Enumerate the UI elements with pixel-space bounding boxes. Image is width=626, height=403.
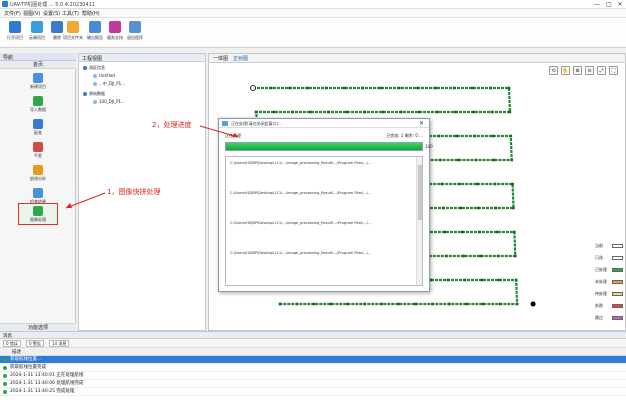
message-text: 获取航线位置完成 <box>10 365 46 370</box>
message-text: 获取航线位置... <box>10 357 42 362</box>
arrow-progress <box>199 125 239 138</box>
filter-warnings[interactable]: 0 警告 <box>26 340 44 347</box>
message-column-header: 描述 <box>0 348 626 356</box>
success-icon <box>3 382 7 386</box>
success-icon <box>3 390 7 394</box>
filter-errors[interactable]: 0 错误 <box>3 340 21 347</box>
message-row[interactable]: 2024-1-31 13:40:25 完成处理 <box>0 388 626 396</box>
message-row[interactable]: 2024-1-31 13:40:01 正在处理航线 <box>0 372 626 380</box>
arrow-head <box>232 133 238 137</box>
message-panel-header: 消息 <box>0 332 626 339</box>
message-row[interactable]: 2024-1-31 13:40:06 处理航线完成 <box>0 380 626 388</box>
arrow-head <box>66 203 72 208</box>
annotation-progress: 2，处理进度 <box>152 121 192 129</box>
message-filters: 0 错误 0 警告 14 消息 <box>0 339 626 348</box>
success-icon <box>3 358 7 362</box>
message-row[interactable]: 获取航线位置... <box>0 356 626 364</box>
message-text: 2024-1-31 13:40:01 正在处理航线 <box>10 373 84 378</box>
success-icon <box>3 374 7 378</box>
column-description: 描述 <box>12 350 21 355</box>
annotation-image-process: 1，图像快拼处理 <box>107 188 161 196</box>
message-text: 2024-1-31 13:40:25 完成处理 <box>10 389 75 394</box>
arrow-image-process <box>65 192 106 209</box>
message-row[interactable]: 获取航线位置完成 <box>0 364 626 372</box>
message-text: 2024-1-31 13:40:06 处理航线完成 <box>10 381 84 386</box>
filter-messages[interactable]: 14 消息 <box>49 340 70 347</box>
success-icon <box>3 366 7 370</box>
message-panel: 消息 0 错误 0 警告 14 消息 描述 获取航线位置... 获取航线位置完成… <box>0 331 626 403</box>
